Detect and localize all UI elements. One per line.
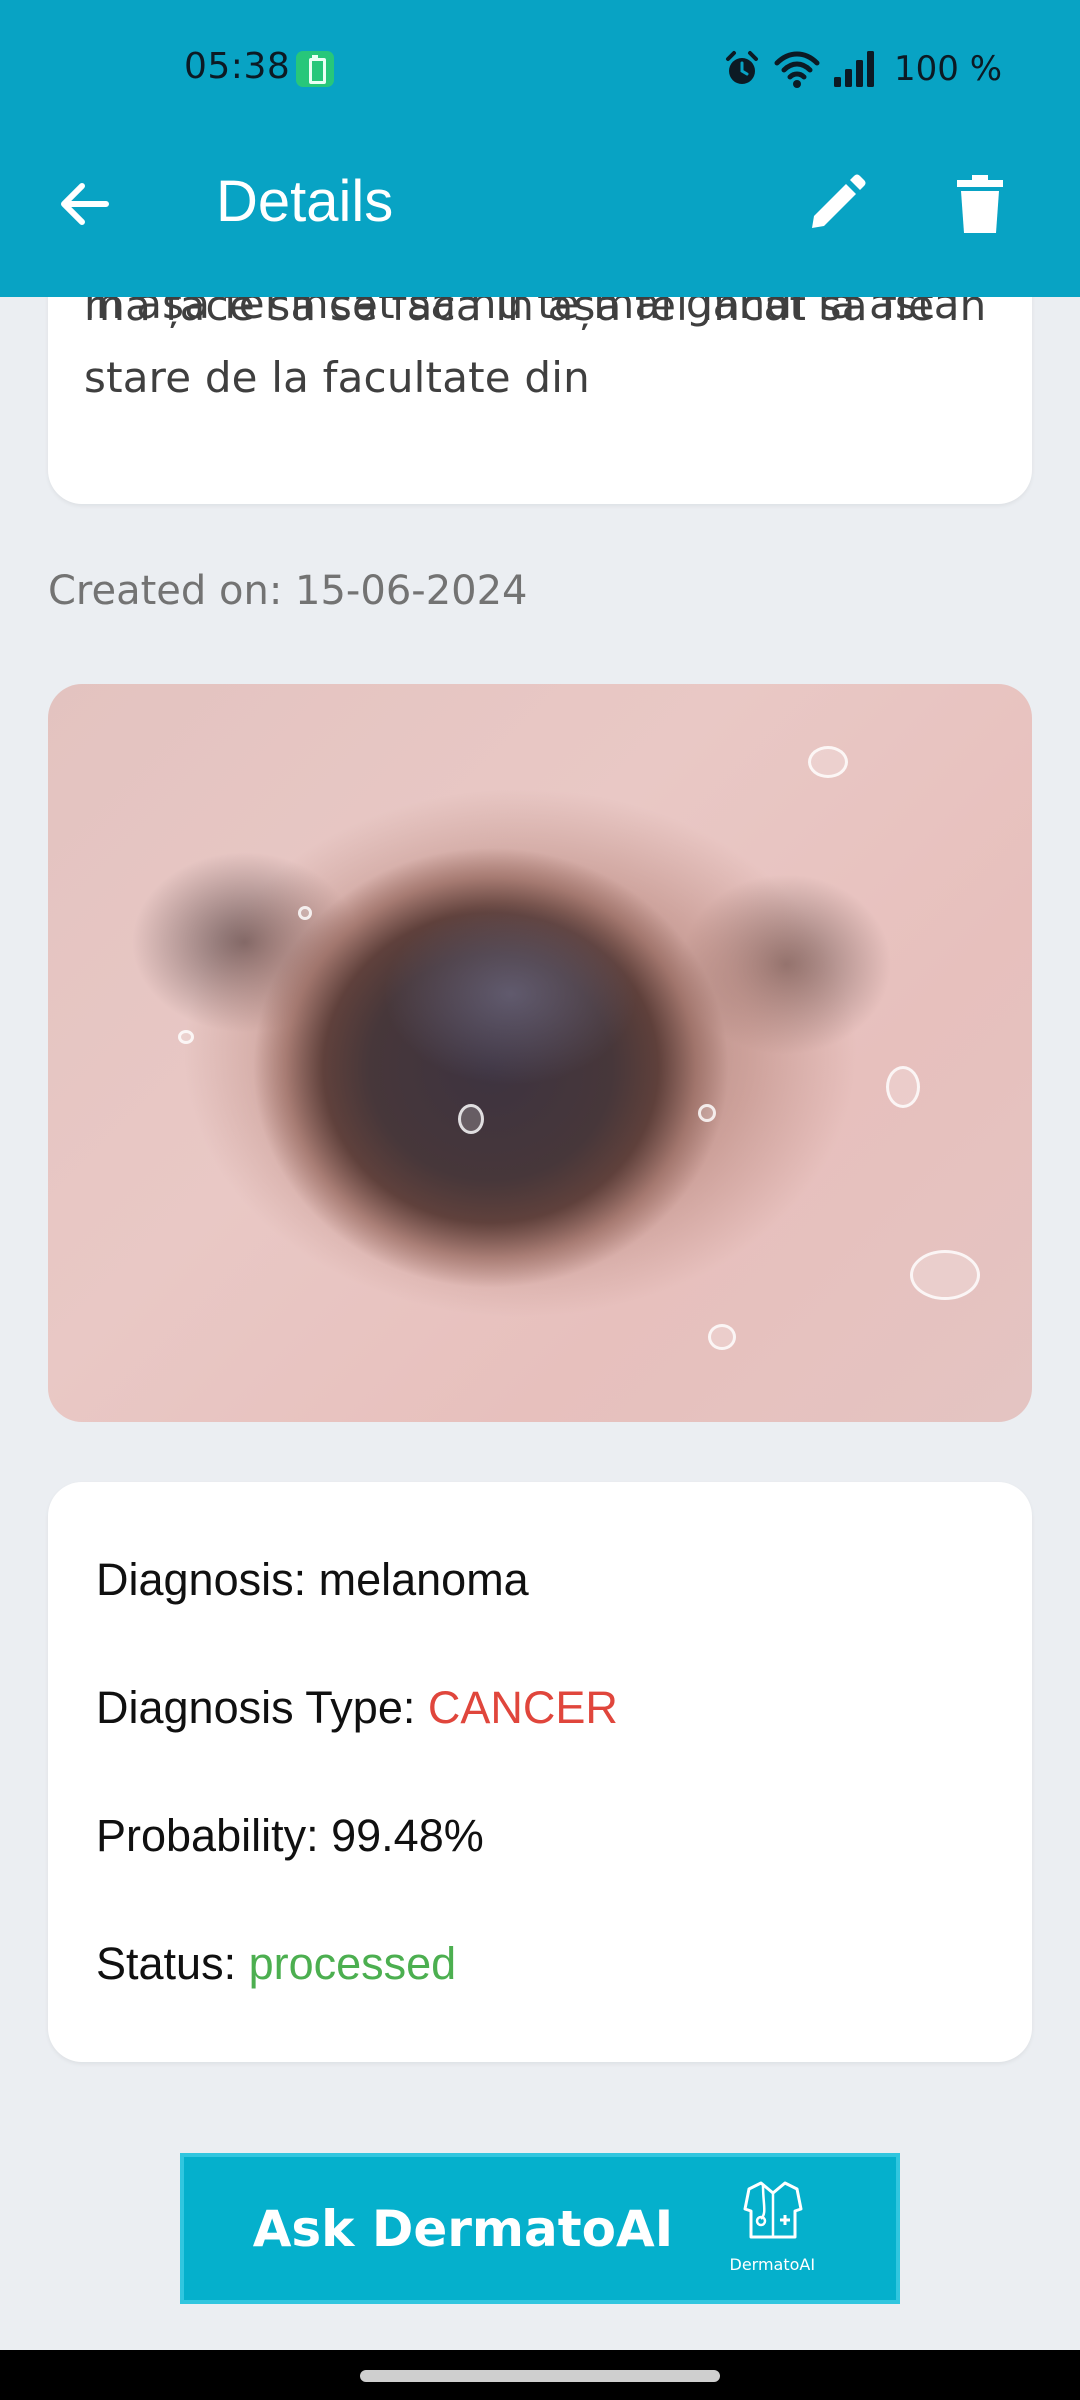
app-bar: Details — [0, 138, 1080, 297]
doctor-coat-icon — [743, 2181, 803, 2238]
description-line: stare de la facultate din — [84, 353, 590, 402]
logo-text: DermatoAI — [729, 2254, 816, 2274]
trash-icon — [957, 175, 1003, 233]
status-value: processed — [248, 1938, 457, 1989]
status-icons: 100 % — [722, 44, 1002, 94]
ask-dermatoai-button[interactable]: Ask DermatoAI DermatoAI — [180, 2153, 900, 2304]
lesion-photo — [48, 684, 1032, 1422]
probability-value: 99.48% — [331, 1810, 484, 1861]
edit-button[interactable] — [796, 164, 876, 244]
arrow-back-icon — [61, 183, 109, 225]
details-screen: în așa fel încât să nu te mai gândi la a… — [0, 0, 1080, 2400]
created-on-label: Created on: 15-06-2024 — [48, 568, 528, 614]
ask-button-label: Ask DermatoAI — [252, 2199, 674, 2258]
home-handle[interactable] — [360, 2370, 720, 2382]
diagnosis-type-row: Diagnosis Type: CANCER — [96, 1682, 618, 1734]
gesture-nav-bar — [0, 2350, 1080, 2400]
back-button[interactable] — [48, 168, 120, 240]
app-header: 05:38 100 % Details — [0, 0, 1080, 297]
page-title: Details — [216, 169, 394, 234]
status-label: Status: — [96, 1938, 249, 1989]
diagnosis-value: melanoma — [318, 1554, 529, 1605]
probability-label: Probability: — [96, 1810, 332, 1861]
diagnosis-row: Diagnosis: melanoma — [96, 1554, 529, 1606]
pencil-icon — [812, 174, 866, 228]
status-time: 05:38 — [184, 46, 291, 87]
diagnosis-label: Diagnosis: — [96, 1554, 319, 1605]
probability-row: Probability: 99.48% — [96, 1810, 484, 1862]
status-bar: 05:38 100 % — [0, 0, 1080, 138]
dermatoai-logo: DermatoAI — [717, 2179, 827, 2279]
alarm-icon — [725, 51, 758, 84]
diagnosis-type-label: Diagnosis Type: — [96, 1682, 428, 1733]
scroll-content[interactable]: în așa fel încât să nu te mai gândi la a… — [0, 0, 1080, 2350]
diagnosis-card: Diagnosis: melanoma Diagnosis Type: CANC… — [48, 1482, 1032, 2062]
diagnosis-type-value: CANCER — [427, 1682, 618, 1733]
delete-button[interactable] — [940, 164, 1020, 244]
battery-percent: 100 % — [893, 49, 1002, 89]
battery-saver-icon — [296, 51, 334, 87]
signal-icon — [833, 51, 874, 87]
wifi-icon — [774, 51, 820, 88]
status-row: Status: processed — [96, 1938, 456, 1990]
